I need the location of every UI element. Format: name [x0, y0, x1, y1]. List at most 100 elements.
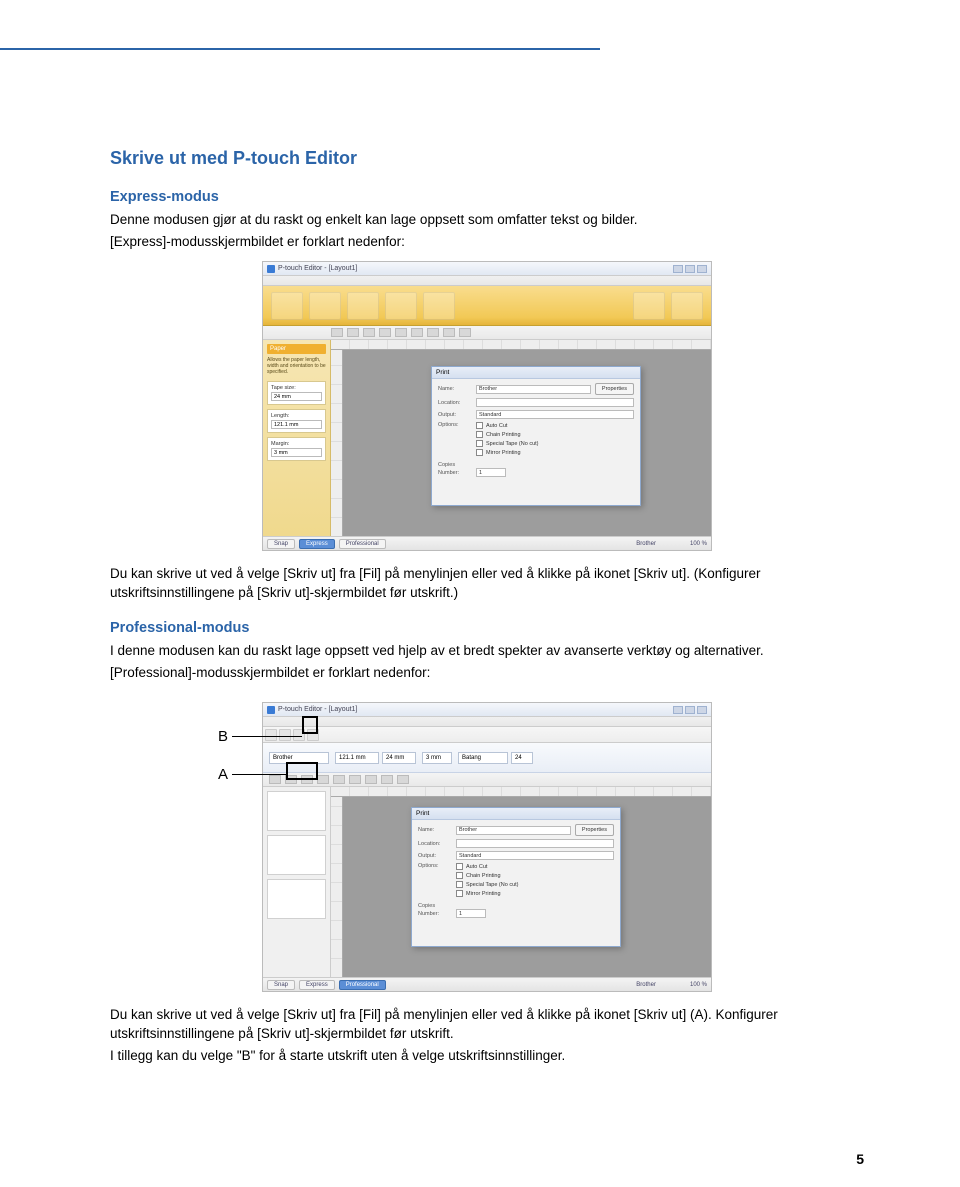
opt-chain: Chain Printing: [486, 432, 521, 438]
location-value: [456, 839, 614, 848]
professional-after-1: Du kan skrive ut ved å velge [Skriv ut] …: [110, 1006, 864, 1042]
number-label: Number:: [418, 911, 452, 917]
close-icon: [697, 706, 707, 714]
express-intro-1: Denne modusen gjør at du raskt og enkelt…: [110, 211, 864, 229]
printer-name-label: Name:: [418, 827, 452, 833]
number-value: 1: [456, 909, 486, 918]
tool-box-icon: [379, 328, 391, 337]
checkbox-icon: [476, 440, 483, 447]
window-titlebar: P-touch Editor - [Layout1]: [263, 262, 711, 276]
tool-arrow-icon: [269, 775, 281, 784]
margin-value: 3 mm: [271, 448, 322, 457]
callout-b-box: [302, 716, 318, 734]
menu-bar: [263, 276, 711, 286]
tool-cut-icon: [365, 775, 377, 784]
minimize-icon: [673, 265, 683, 273]
checkbox-icon: [456, 890, 463, 897]
professional-intro-2: [Professional]-modusskjermbildet er fork…: [110, 664, 864, 682]
opt-special: Special Tape (No cut): [466, 882, 518, 888]
output-label: Output:: [418, 853, 452, 859]
close-icon: [697, 265, 707, 273]
page-number: 5: [856, 1151, 864, 1167]
callout-b-line: [232, 736, 302, 737]
maximize-icon: [685, 265, 695, 273]
express-canvas: Print Name: Brother Properties Location:: [331, 340, 711, 536]
window-footer: Snap Express Professional Brother 100 %: [263, 977, 711, 991]
ruler-horizontal: [331, 787, 711, 797]
checkbox-icon: [476, 422, 483, 429]
checkbox-icon: [456, 872, 463, 879]
footer-zoom: 100 %: [690, 541, 707, 547]
ruler-vertical: [331, 350, 343, 536]
callout-a-label: A: [218, 766, 228, 783]
tool-copy-icon: [443, 328, 455, 337]
sidebar-heading: Paper: [267, 344, 326, 354]
printer-name-label: Name:: [438, 386, 472, 392]
tab-snap: Snap: [267, 539, 295, 549]
output-label: Output:: [438, 412, 472, 418]
output-value: Standard: [456, 851, 614, 860]
property-toolbar: Brother 121.1 mm 24 mm 3 mm Batang 24: [263, 743, 711, 773]
length-value: 121.1 mm: [271, 420, 322, 429]
ribbon-paper-icon: [271, 292, 303, 320]
printer-name-value: Brother: [476, 385, 591, 394]
express-after-text: Du kan skrive ut ved å velge [Skriv ut] …: [110, 565, 864, 601]
location-value: [476, 398, 634, 407]
professional-heading: Professional-modus: [110, 620, 864, 636]
ribbon-save-icon: [671, 292, 703, 320]
express-heading: Express-modus: [110, 189, 864, 205]
width-input: 24 mm: [382, 752, 416, 764]
ribbon-image-icon: [385, 292, 417, 320]
ribbon-layout-icon: [423, 292, 455, 320]
ruler-vertical: [331, 797, 343, 977]
footer-printer: Brother: [636, 982, 656, 988]
opt-mirror: Mirror Printing: [486, 450, 521, 456]
callout-a-box: [286, 762, 318, 780]
drawing-toolbar: [263, 773, 711, 787]
tool-line-icon: [363, 328, 375, 337]
font-select: Batang: [458, 752, 508, 764]
tool-paste-icon: [459, 328, 471, 337]
professional-screenshot: P-touch Editor - [Layout1] Brother 121.1…: [262, 702, 712, 992]
tab-professional: Professional: [339, 539, 386, 549]
tool-shape-icon: [395, 328, 407, 337]
opt-chain: Chain Printing: [466, 873, 501, 879]
callout-b-label: B: [218, 728, 228, 745]
tape-size-label: Tape size:: [271, 385, 322, 391]
tool-paste-icon: [397, 775, 409, 784]
menu-bar: [263, 717, 711, 727]
print-dialog: Print Name: Brother Properties Location:: [431, 366, 641, 506]
checkbox-icon: [476, 431, 483, 438]
window-titlebar: P-touch Editor - [Layout1]: [263, 703, 711, 717]
app-title: P-touch Editor - [Layout1]: [278, 265, 357, 272]
page-content: Skrive ut med P-touch Editor Express-mod…: [0, 0, 960, 1109]
tool-copy-icon: [381, 775, 393, 784]
tool-image-icon: [349, 775, 361, 784]
professional-after-2: I tillegg kan du velge "B" for å starte …: [110, 1047, 864, 1065]
tool-shape-icon: [333, 775, 345, 784]
checkbox-icon: [456, 863, 463, 870]
opt-mirror: Mirror Printing: [466, 891, 501, 897]
professional-intro-1: I denne modusen kan du raskt lage oppset…: [110, 642, 864, 660]
ribbon-frame-icon: [347, 292, 379, 320]
tool-box-icon: [317, 775, 329, 784]
margin-input: 3 mm: [422, 752, 452, 764]
tab-express: Express: [299, 980, 335, 990]
tool-arrow-icon: [331, 328, 343, 337]
tape-size-value: 24 mm: [271, 392, 322, 401]
tool-cut-icon: [427, 328, 439, 337]
app-icon: [267, 706, 275, 714]
new-icon: [265, 729, 277, 741]
margin-label: Margin:: [271, 441, 322, 447]
maximize-icon: [685, 706, 695, 714]
express-screenshot: P-touch Editor - [Layout1]: [262, 261, 712, 551]
checkbox-icon: [476, 449, 483, 456]
print-dialog-title: Print: [412, 808, 620, 820]
ribbon-text-icon: [309, 292, 341, 320]
header-rule: [0, 48, 600, 50]
secondary-toolbar: [263, 326, 711, 340]
properties-button: Properties: [595, 383, 634, 395]
minimize-icon: [673, 706, 683, 714]
tool-text-icon: [347, 328, 359, 337]
print-dialog: Print Name: Brother Properties Location:: [411, 807, 621, 947]
